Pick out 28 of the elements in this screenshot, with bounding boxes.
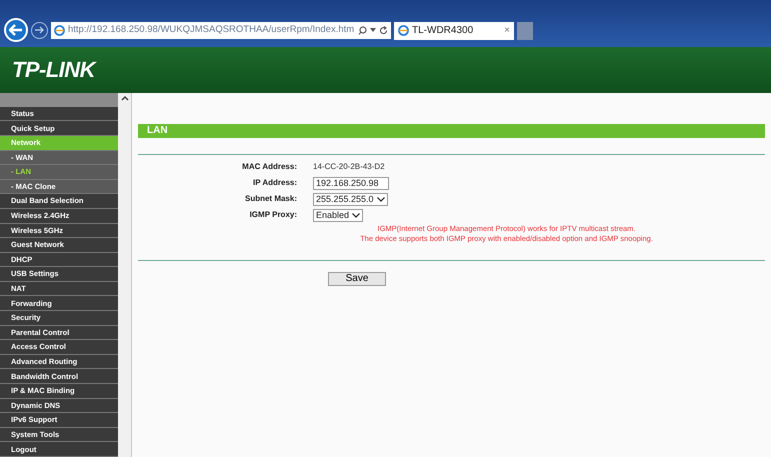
- brand-logo: TP-LINK: [12, 56, 95, 84]
- ip-address-field[interactable]: 192.168.250.98: [313, 176, 389, 190]
- chevron-down-icon: [376, 196, 385, 202]
- field-label: MAC Address:: [241, 161, 298, 174]
- field-label: IGMP Proxy:: [248, 209, 298, 222]
- mac-address-value: 14-CC-20-2B-43-D2: [313, 161, 385, 174]
- tab-close-button[interactable]: ×: [504, 23, 510, 38]
- forward-button[interactable]: [31, 22, 48, 39]
- tab-title: TL-WDR4300: [412, 24, 474, 38]
- save-button[interactable]: Save: [328, 272, 386, 286]
- chevron-down-icon: [352, 212, 360, 218]
- back-arrow-icon: [9, 24, 23, 36]
- dropdown[interactable]: Enabled: [313, 208, 364, 222]
- page-icon: [54, 24, 65, 36]
- field-label: IP Address:: [252, 177, 298, 190]
- back-button[interactable]: [4, 18, 28, 42]
- address-bar[interactable]: http://192.168.250.98/WUKQJMSAQSROTHAA/userRpm/Index.htm: [51, 22, 391, 39]
- refresh-icon[interactable]: [379, 26, 388, 35]
- search-icon[interactable]: [358, 26, 367, 35]
- dropdown-caret-icon[interactable]: [370, 28, 376, 32]
- address-text: http://192.168.250.98/WUKQJMSAQSROTHAA/userRpm/Index.htm: [68, 23, 355, 38]
- page-icon: [398, 25, 409, 36]
- browser-tab[interactable]: TL-WDR4300 ×: [394, 22, 514, 40]
- forward-arrow-icon: [35, 26, 44, 34]
- section-title: LAN: [147, 124, 168, 138]
- dropdown[interactable]: 255.255.255.0: [313, 192, 388, 206]
- new-tab-button[interactable]: [517, 22, 533, 40]
- field-label: Subnet Mask:: [244, 193, 298, 206]
